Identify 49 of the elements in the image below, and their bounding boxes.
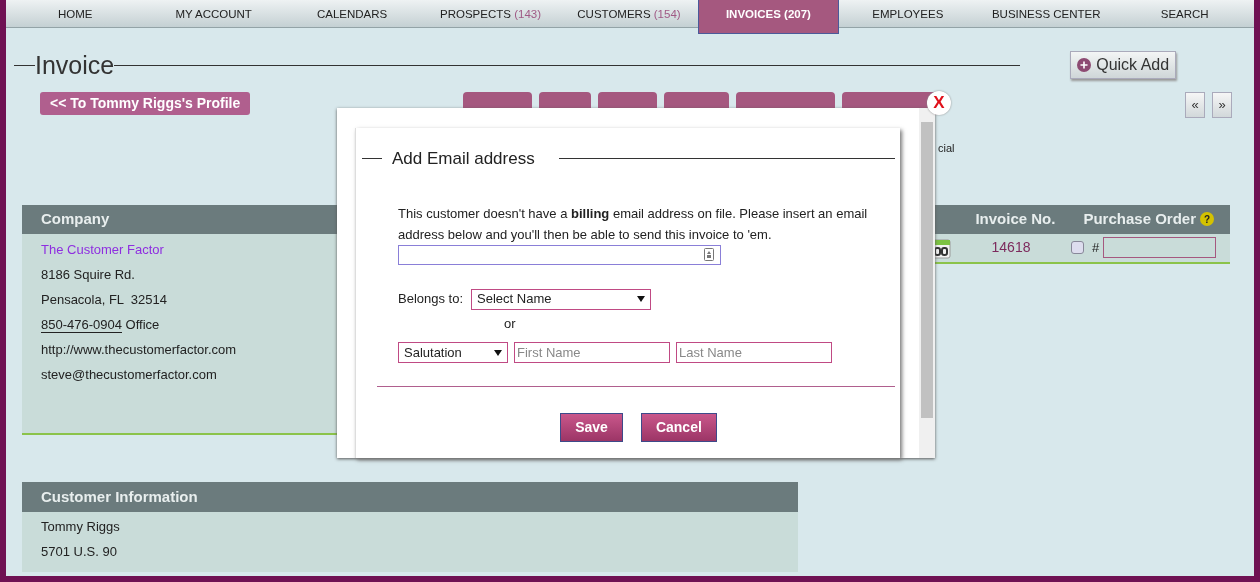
nav-tab[interactable]: BUSINESS CENTER	[977, 0, 1116, 27]
help-icon: ?	[1200, 212, 1214, 226]
purchase-order-field[interactable]	[1103, 237, 1217, 258]
column-heading: Company	[41, 208, 110, 229]
first-name-field[interactable]: First Name	[514, 342, 670, 363]
email-text: steve@thecustomerfactor.com	[41, 365, 217, 384]
caret-icon	[637, 296, 646, 302]
column-heading: Purchase Order	[1083, 208, 1196, 229]
nav-tab[interactable]: EMPLOYEES	[838, 0, 978, 27]
pager-button[interactable]: «	[1185, 92, 1205, 118]
nav-tab[interactable]: PROSPECTS (143)	[421, 0, 560, 27]
address-line: 8186 Squire Rd.	[41, 265, 135, 284]
nav-tab[interactable]: MY ACCOUNT	[144, 0, 283, 27]
nav-tab[interactable]: CALENDARS	[282, 0, 422, 27]
close-button[interactable]: X	[927, 91, 951, 115]
field-label: Belongs to:	[398, 290, 464, 309]
last-name-field[interactable]: Last Name	[676, 342, 832, 363]
invoice-number[interactable]: 14618	[951, 237, 1071, 258]
dialog-button[interactable]: Save	[560, 413, 623, 442]
caret-icon	[494, 349, 502, 356]
checkbox[interactable]	[1071, 241, 1084, 254]
website-text: http://www.thecustomerfactor.com	[41, 340, 237, 359]
quick-add-button[interactable]: Quick Add	[1070, 51, 1177, 79]
nav-tab[interactable]: INVOICES (207)	[698, 0, 839, 34]
hash-label: #	[1092, 238, 1100, 257]
phone-number[interactable]: 850-476-0904	[41, 316, 122, 333]
dialog-button[interactable]: Cancel	[640, 413, 717, 442]
phone-label: Office	[125, 316, 160, 332]
nav-tab[interactable]: HOME	[6, 0, 145, 27]
modal-title: Add Email address	[392, 148, 535, 170]
info-line: 5701 U.S. 90	[41, 542, 117, 561]
address-line: Pensacola, FL 32514	[41, 290, 167, 309]
plus-icon	[1077, 58, 1092, 72]
salutation-select[interactable]: Salutation	[398, 342, 508, 363]
or-text: or	[504, 314, 517, 333]
scrollbar[interactable]	[919, 108, 935, 458]
name-select[interactable]: Select Name	[471, 288, 652, 310]
profile-button[interactable]: << To Tommy Riggs's Profile	[40, 92, 251, 115]
text-fragment: cial	[938, 141, 955, 156]
page-title: Invoice	[35, 50, 115, 80]
column-heading: Invoice No.	[975, 208, 1056, 229]
section-header: Customer Information	[22, 481, 798, 512]
message-text: This customer doesn't have a billing email address on file. Please insert an email address below and you'll then be able to send this invoice to 'em.	[398, 204, 869, 244]
email-field[interactable]	[398, 244, 721, 265]
company-name[interactable]: The Customer Factor	[41, 236, 164, 262]
nav-tab[interactable]: SEARCH	[1115, 0, 1254, 27]
nav-tab[interactable]: CUSTOMERS (154)	[559, 0, 699, 27]
info-line: Tommy Riggs	[41, 517, 120, 536]
pager-button[interactable]: »	[1212, 92, 1232, 118]
